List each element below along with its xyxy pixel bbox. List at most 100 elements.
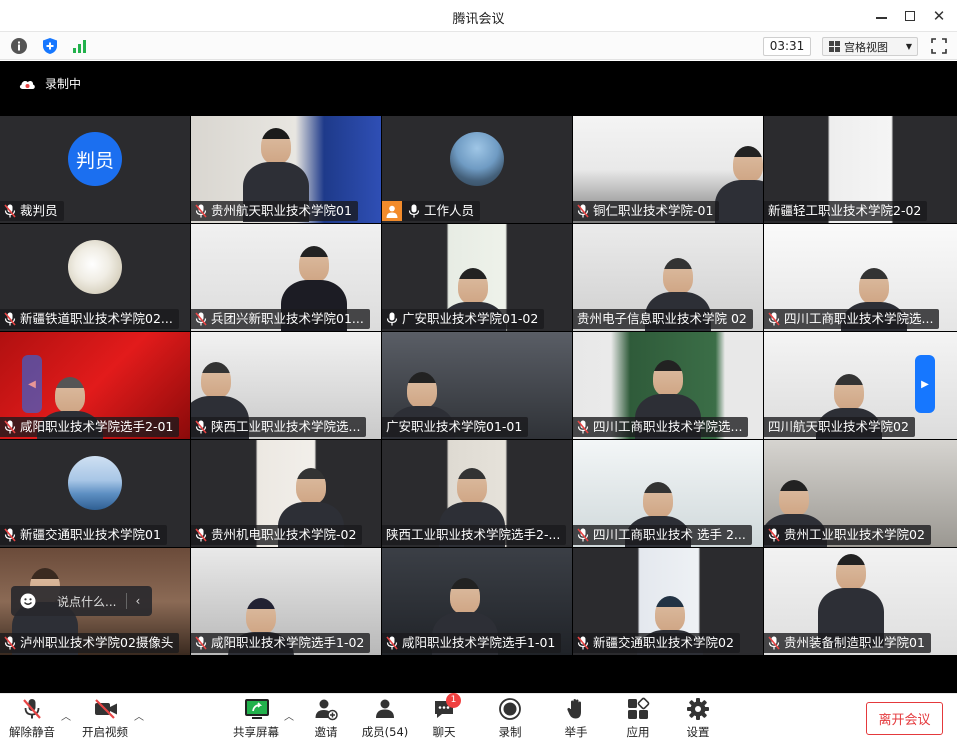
participant-tile[interactable]: 贵州航天职业技术学院01: [191, 116, 381, 223]
participant-name: 新疆轻工职业技术学院2-02: [768, 203, 922, 218]
participant-tile[interactable]: 判员 裁判员: [0, 116, 190, 223]
muted-mic-icon: [4, 420, 16, 434]
participant-name-tag: 贵州工业职业技术学院02: [764, 525, 931, 545]
participant-tile[interactable]: 咸阳职业技术学院选手1-01: [382, 548, 572, 655]
participant-name-tag: 贵州装备制造职业学院01: [764, 633, 931, 653]
apps-button[interactable]: 应用: [610, 697, 666, 741]
muted-mic-icon: [768, 528, 780, 542]
record-label: 录制: [498, 725, 522, 739]
participant-tile[interactable]: 广安职业技术学院01-02: [382, 224, 572, 331]
raise-hand-label: 举手: [564, 725, 588, 739]
participant-name: 四川航天职业技术学院02: [768, 419, 909, 434]
participant-tile[interactable]: 新疆交通职业技术学院02: [573, 548, 763, 655]
participant-figure: [663, 258, 693, 294]
participant-name-tag: 贵州机电职业技术学院-02: [191, 525, 363, 545]
participant-tile[interactable]: 咸阳职业技术学院选手1-02: [191, 548, 381, 655]
members-icon: [373, 697, 397, 721]
participant-tile[interactable]: 四川工商职业技术 选手 2...: [573, 440, 763, 547]
raise-hand-button[interactable]: 举手: [548, 697, 604, 741]
share-options-chevron-icon[interactable]: ︿: [284, 708, 294, 723]
video-options-chevron-icon[interactable]: ︿: [134, 708, 144, 723]
participant-tile[interactable]: 铜仁职业技术学院-01: [573, 116, 763, 223]
muted-mic-icon: [4, 312, 16, 326]
participant-name: 贵州装备制造职业学院01: [784, 635, 925, 650]
participant-tile[interactable]: 陕西工业职业技术学院选手2-...: [382, 440, 572, 547]
participant-body: [715, 180, 763, 223]
participant-tile[interactable]: 四川工商职业技术学院选...: [573, 332, 763, 439]
participant-tile[interactable]: 新疆交通职业技术学院01: [0, 440, 190, 547]
unread-badge: 1: [446, 693, 461, 708]
participant-tile[interactable]: 广安职业技术学院01-01: [382, 332, 572, 439]
collapse-chat-icon[interactable]: ‹: [135, 594, 140, 608]
participant-tile[interactable]: 四川工商职业技术学院选...: [764, 224, 957, 331]
chat-input-placeholder[interactable]: 说点什么...: [57, 593, 116, 610]
participant-tile[interactable]: 贵州电子信息职业技术学院 02: [573, 224, 763, 331]
chat-button[interactable]: 1 聊天: [416, 693, 472, 741]
chevron-left-icon: ◀: [28, 378, 36, 390]
participant-figure: [779, 480, 809, 516]
participant-name: 陕西工业职业技术学院选...: [211, 419, 361, 434]
participant-figure: [836, 554, 866, 590]
participant-name-tag: 泸州职业技术学院02摄像头: [0, 633, 180, 653]
participant-figure: [834, 374, 864, 410]
audio-options-chevron-icon[interactable]: ︿: [61, 708, 71, 723]
participant-tile[interactable]: 工作人员: [382, 116, 572, 223]
share-screen-button[interactable]: 共享屏幕: [228, 697, 284, 741]
participant-name-tag: 咸阳职业技术学院选手2-01: [0, 417, 180, 437]
participant-figure: [733, 146, 763, 182]
participant-figure: [457, 468, 487, 504]
close-icon: ✕: [932, 6, 946, 25]
participant-name: 咸阳职业技术学院选手1-02: [211, 635, 365, 650]
maximize-button[interactable]: [899, 6, 921, 26]
unmute-button[interactable]: 解除静音: [4, 697, 60, 741]
chat-label: 聊天: [432, 725, 456, 739]
participant-name-tag: 兵团兴新职业技术学院01...: [191, 309, 370, 329]
participant-tile[interactable]: 贵州机电职业技术学院-02: [191, 440, 381, 547]
participant-name-tag: 四川工商职业技术学院选...: [764, 309, 940, 329]
participant-name: 广安职业技术学院01-01: [386, 419, 523, 434]
muted-mic-icon: [20, 697, 44, 721]
participant-name-tag: 广安职业技术学院01-02: [382, 309, 545, 329]
minimize-button[interactable]: [870, 6, 892, 26]
participant-name-tag: 四川航天职业技术学院02: [764, 417, 915, 437]
participant-name-tag: 咸阳职业技术学院选手1-02: [191, 633, 371, 653]
prev-page-button[interactable]: ◀: [22, 355, 42, 413]
participant-tile[interactable]: 陕西工业职业技术学院选...: [191, 332, 381, 439]
signal-strength-icon[interactable]: [71, 37, 89, 55]
participant-name-tag: 新疆交通职业技术学院02: [573, 633, 740, 653]
shield-icon[interactable]: [41, 37, 59, 55]
members-button[interactable]: 成员(54): [357, 697, 413, 741]
participant-name-tag: 贵州电子信息职业技术学院 02: [573, 309, 753, 329]
next-page-button[interactable]: ▶: [915, 355, 935, 413]
participant-tile[interactable]: 贵州装备制造职业学院01: [764, 548, 957, 655]
emoji-icon[interactable]: [20, 593, 36, 609]
info-icon[interactable]: [10, 37, 28, 55]
quick-chat-bar[interactable]: 说点什么... ‹: [11, 586, 152, 616]
recording-label: 录制中: [45, 77, 82, 91]
grid-view-icon: [829, 41, 840, 52]
invite-button[interactable]: 邀请: [298, 697, 354, 741]
close-button[interactable]: ✕: [928, 6, 950, 26]
muted-mic-icon: [195, 204, 207, 218]
participant-name-tag: 广安职业技术学院01-01: [382, 417, 529, 437]
participant-figure: [655, 596, 685, 632]
participant-name-tag: 新疆交通职业技术学院01: [0, 525, 167, 545]
participant-name: 贵州工业职业技术学院02: [784, 527, 925, 542]
record-button[interactable]: 录制: [482, 697, 538, 741]
invite-label: 邀请: [314, 725, 338, 739]
participant-name: 贵州电子信息职业技术学院 02: [577, 311, 747, 326]
participant-tile[interactable]: 贵州工业职业技术学院02: [764, 440, 957, 547]
participant-tile[interactable]: 新疆铁道职业技术学院02...: [0, 224, 190, 331]
start-video-button[interactable]: 开启视频: [77, 697, 133, 741]
unmute-label: 解除静音: [9, 725, 55, 739]
settings-button[interactable]: 设置: [670, 697, 726, 741]
share-screen-icon: [244, 697, 269, 721]
participant-tile[interactable]: 新疆轻工职业技术学院2-02: [764, 116, 957, 223]
chevron-down-icon: ▼: [905, 42, 912, 51]
participant-name: 四川工商职业技术 选手 2...: [593, 527, 746, 542]
view-mode-dropdown[interactable]: 宫格视图 ▼: [822, 37, 918, 56]
fullscreen-button[interactable]: [931, 38, 947, 54]
participant-tile[interactable]: 兵团兴新职业技术学院01...: [191, 224, 381, 331]
leave-meeting-button[interactable]: 离开会议: [866, 702, 943, 735]
avatar: [68, 456, 122, 510]
